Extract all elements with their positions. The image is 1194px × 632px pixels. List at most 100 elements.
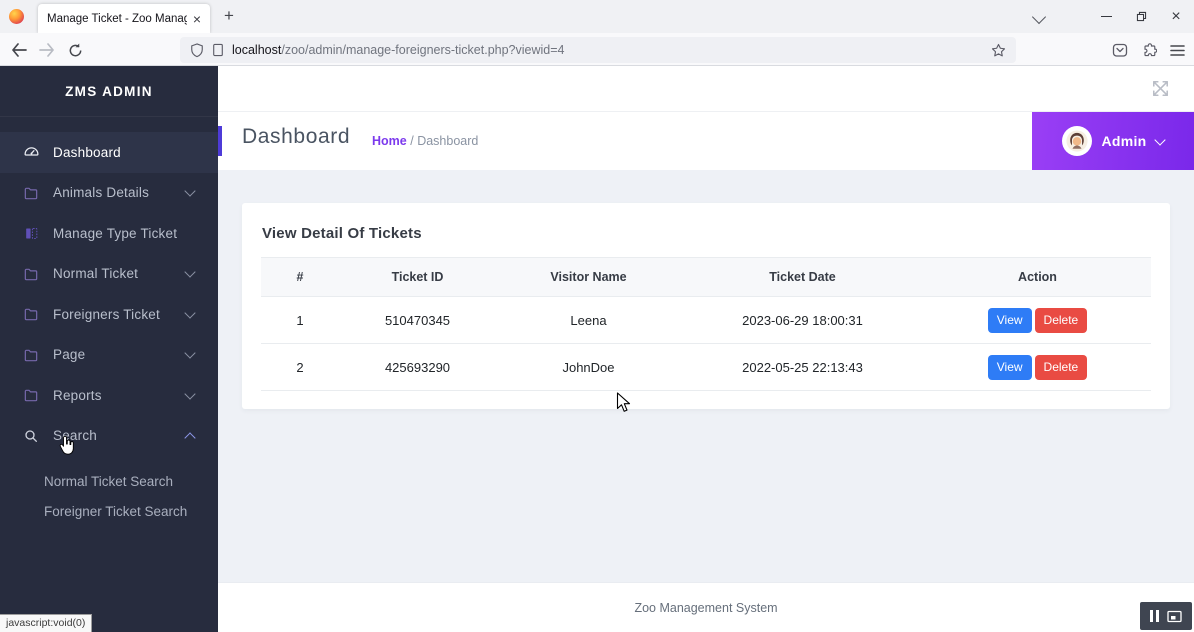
picture-in-picture-icon[interactable] [1167, 610, 1182, 623]
chevron-down-icon [184, 267, 195, 278]
sidebar-item-reports[interactable]: Reports [0, 375, 218, 416]
forward-button[interactable] [36, 39, 58, 61]
back-button[interactable] [8, 39, 30, 61]
sidebar-subitem-normal-ticket-search[interactable]: Normal Ticket Search [44, 466, 218, 496]
folder-icon [22, 387, 40, 403]
page-accent-bar [218, 126, 222, 156]
sidebar-item-label: Foreigners Ticket [53, 307, 160, 322]
sidebar-subitem-label: Foreigner Ticket Search [44, 504, 187, 519]
table-row: 1 510470345 Leena 2023-06-29 18:00:31 Vi… [261, 297, 1151, 344]
cell-actions: ViewDelete [924, 297, 1151, 344]
page-footer: Zoo Management System [218, 582, 1194, 632]
cell-actions: ViewDelete [924, 344, 1151, 391]
sidebar-menu: Dashboard Animals Details Manage Type Ti… [0, 132, 218, 526]
sidebar-item-animals-details[interactable]: Animals Details [0, 173, 218, 214]
delete-button[interactable]: Delete [1035, 355, 1088, 380]
search-icon [22, 428, 40, 444]
bookmark-star-icon[interactable] [991, 43, 1006, 58]
chevron-down-icon [184, 186, 195, 197]
gauge-icon [22, 144, 40, 161]
delete-button[interactable]: Delete [1035, 308, 1088, 333]
sidebar-item-label: Page [53, 347, 85, 362]
sidebar-item-label: Search [53, 428, 97, 443]
breadcrumb-separator: / [410, 134, 413, 148]
sidebar-item-normal-ticket[interactable]: Normal Ticket [0, 254, 218, 295]
sidebar-item-manage-type-ticket[interactable]: Manage Type Ticket [0, 213, 218, 254]
url-text[interactable]: localhost/zoo/admin/manage-foreigners-ti… [232, 43, 983, 57]
reload-button[interactable] [64, 39, 86, 61]
browser-tab[interactable]: Manage Ticket - Zoo Management × [38, 4, 210, 33]
pause-icon[interactable] [1150, 610, 1159, 622]
breadcrumb-home-link[interactable]: Home [372, 134, 407, 148]
cell-ticket-date: 2022-05-25 22:13:43 [681, 344, 924, 391]
footer-text: Zoo Management System [634, 601, 777, 615]
view-button[interactable]: View [988, 355, 1032, 380]
folder-icon [22, 266, 40, 282]
tab-close-icon[interactable]: × [193, 12, 201, 26]
new-tab-button[interactable]: + [216, 3, 242, 29]
tab-title: Manage Ticket - Zoo Management [47, 13, 187, 25]
sidebar-item-search[interactable]: Search [0, 416, 218, 457]
sidebar-item-label: Manage Type Ticket [53, 226, 177, 241]
sidebar-item-page[interactable]: Page [0, 335, 218, 376]
firefox-logo [9, 9, 24, 24]
shield-icon[interactable] [190, 43, 204, 58]
sidebar-item-foreigners-ticket[interactable]: Foreigners Ticket [0, 294, 218, 335]
col-header-visitor-name: Visitor Name [496, 258, 681, 297]
columns-icon [22, 226, 40, 241]
sidebar-item-label: Reports [53, 388, 102, 403]
pocket-icon[interactable] [1109, 39, 1131, 61]
chevron-down-icon [184, 348, 195, 359]
topbar [218, 66, 1194, 112]
folder-icon [22, 306, 40, 322]
admin-label: Admin [1101, 133, 1146, 149]
col-header-num: # [261, 258, 339, 297]
main-area: Dashboard Home / Dashboard Admin View De… [218, 66, 1194, 632]
screen: Manage Ticket - Zoo Management × + × loc… [0, 0, 1194, 632]
sidebar: ZMS ADMIN Dashboard Animals Details M [0, 66, 218, 632]
restore-icon [1135, 10, 1148, 23]
recording-control-overlay[interactable] [1140, 602, 1192, 630]
page-header: Dashboard Home / Dashboard Admin [218, 112, 1194, 170]
tickets-table: # Ticket ID Visitor Name Ticket Date Act… [261, 257, 1151, 391]
cell-visitor-name: Leena [496, 297, 681, 344]
url-path: /zoo/admin/manage-foreigners-ticket.php?… [281, 43, 564, 57]
cell-num: 1 [261, 297, 339, 344]
folder-icon [22, 185, 40, 201]
window-minimize-button[interactable] [1089, 0, 1123, 33]
url-bar[interactable]: localhost/zoo/admin/manage-foreigners-ti… [180, 37, 1016, 63]
sidebar-item-dashboard[interactable]: Dashboard [0, 132, 218, 173]
sidebar-item-label: Animals Details [53, 185, 149, 200]
view-button[interactable]: View [988, 308, 1032, 333]
chevron-down-icon [184, 307, 195, 318]
fullscreen-expand-icon[interactable] [1149, 77, 1172, 105]
col-header-action: Action [924, 258, 1151, 297]
sidebar-item-label: Dashboard [53, 145, 121, 160]
extensions-icon[interactable] [1138, 39, 1160, 61]
breadcrumb: Home / Dashboard [372, 134, 478, 148]
window-restore-button[interactable] [1124, 0, 1158, 33]
window-close-button[interactable]: × [1159, 0, 1193, 33]
col-header-ticket-date: Ticket Date [681, 258, 924, 297]
tickets-card: View Detail Of Tickets # Ticket ID Visit… [242, 203, 1170, 409]
admin-dropdown-button[interactable]: Admin [1032, 112, 1194, 170]
page-title: Dashboard [242, 125, 350, 149]
sidebar-item-label: Normal Ticket [53, 266, 138, 281]
app-menu-icon[interactable] [1166, 39, 1188, 61]
cell-num: 2 [261, 344, 339, 391]
avatar [1062, 126, 1092, 156]
folder-icon [22, 347, 40, 363]
table-header-row: # Ticket ID Visitor Name Ticket Date Act… [261, 258, 1151, 297]
sidebar-subitem-label: Normal Ticket Search [44, 474, 173, 489]
brand-title: ZMS ADMIN [0, 66, 218, 117]
cell-ticket-date: 2023-06-29 18:00:31 [681, 297, 924, 344]
search-submenu: Normal Ticket Search Foreigner Ticket Se… [0, 456, 218, 526]
sidebar-subitem-foreigner-ticket-search[interactable]: Foreigner Ticket Search [44, 496, 218, 526]
chevron-down-icon [184, 388, 195, 399]
page-info-icon[interactable] [212, 43, 224, 57]
cell-ticket-id: 510470345 [339, 297, 496, 344]
browser-tab-strip: Manage Ticket - Zoo Management × + × [0, 0, 1194, 33]
url-host: localhost [232, 43, 281, 57]
cell-ticket-id: 425693290 [339, 344, 496, 391]
list-tabs-chevron-icon[interactable] [1032, 10, 1046, 24]
